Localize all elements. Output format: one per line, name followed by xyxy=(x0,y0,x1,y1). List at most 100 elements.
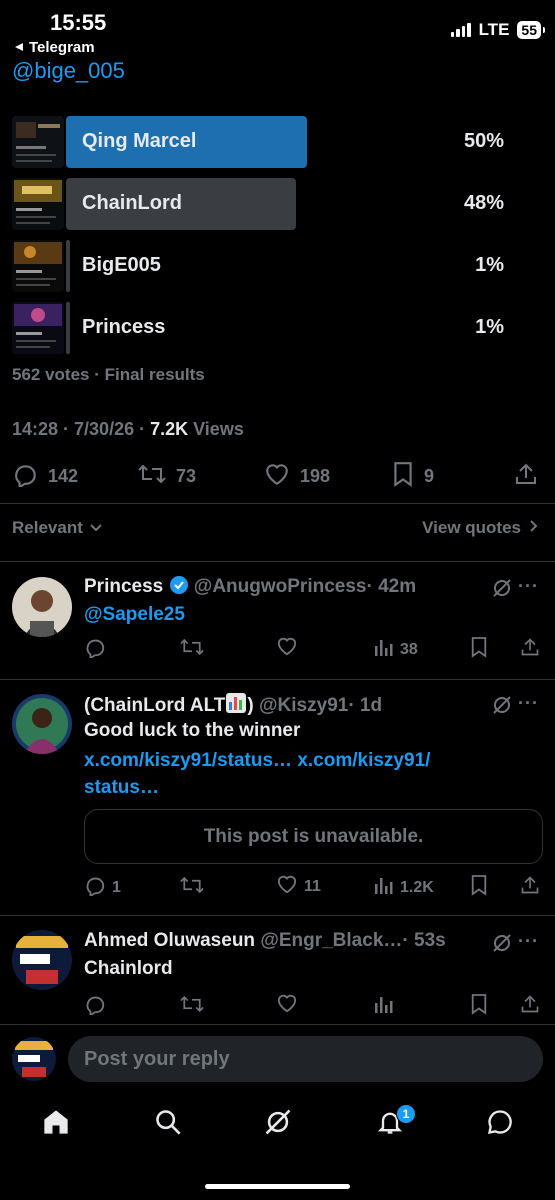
views-label: Views xyxy=(188,419,244,439)
tab-home[interactable] xyxy=(42,1108,70,1141)
share-button[interactable] xyxy=(520,874,540,901)
poll-option-thumbnail xyxy=(12,116,64,168)
status-link[interactable]: x.com/kiszy91/status… xyxy=(84,750,292,771)
back-arrow-icon xyxy=(14,39,24,56)
repost-button[interactable]: 73 xyxy=(138,461,196,492)
repost-button[interactable] xyxy=(180,636,204,663)
more-options-icon[interactable]: ··· xyxy=(518,931,539,952)
avatar[interactable] xyxy=(12,930,72,990)
poll-option-percent: 50% xyxy=(463,130,504,152)
share-button[interactable] xyxy=(520,636,540,663)
bookmark-icon xyxy=(470,993,488,1020)
grok-icon[interactable] xyxy=(491,577,513,604)
tab-explore[interactable] xyxy=(154,1108,182,1141)
like-button[interactable]: 11 xyxy=(276,874,321,899)
share-button[interactable] xyxy=(520,993,540,1020)
reply-button[interactable]: 142 xyxy=(12,461,78,492)
status-link-continued[interactable]: status… xyxy=(84,777,159,798)
reply-author-name[interactable]: Princess xyxy=(84,576,163,597)
bell-icon xyxy=(376,1112,404,1140)
search-icon xyxy=(154,1110,182,1140)
poll-option-percent: 1% xyxy=(475,316,504,338)
heart-icon xyxy=(276,636,298,661)
share-icon xyxy=(520,636,540,663)
reply-action-bar: 38 xyxy=(84,636,544,666)
like-button[interactable] xyxy=(276,993,298,1018)
tweet-timestamp[interactable]: 14:28 · 7/30/26 · xyxy=(12,419,150,439)
divider xyxy=(0,679,555,680)
bookmark-icon xyxy=(392,461,414,492)
tab-messages[interactable] xyxy=(486,1108,514,1141)
divider xyxy=(0,1024,555,1025)
reply-action-bar: 1 11 1.2K xyxy=(84,874,544,904)
composer-avatar xyxy=(12,1037,56,1081)
back-app-label: Telegram xyxy=(29,39,95,56)
reply-icon xyxy=(12,461,38,492)
share-icon xyxy=(520,874,540,901)
poll-option-percent: 48% xyxy=(463,192,504,214)
views-button[interactable]: 38 xyxy=(372,636,418,663)
view-quotes-link[interactable]: View quotes xyxy=(422,518,539,538)
avatar[interactable] xyxy=(12,694,72,754)
more-options-icon[interactable]: ··· xyxy=(518,576,539,597)
chart-emoji-icon xyxy=(225,693,247,716)
poll-option-thumbnail xyxy=(12,302,64,354)
poll-option-label: Princess xyxy=(82,316,166,338)
tweet-mention-link[interactable]: @bige_005 xyxy=(12,58,125,84)
back-to-app-link[interactable]: Telegram xyxy=(14,39,95,56)
reply-button[interactable] xyxy=(84,636,106,663)
home-indicator xyxy=(205,1184,350,1189)
like-button[interactable] xyxy=(276,636,298,661)
views-button[interactable] xyxy=(372,993,394,1020)
tab-grok[interactable] xyxy=(264,1108,292,1141)
reply-author-handle[interactable]: @AnugwoPrincess xyxy=(194,576,367,597)
sort-label: Relevant xyxy=(12,518,83,537)
bottom-tab-bar xyxy=(0,1100,555,1150)
reply-text: @Sapele25 xyxy=(84,604,185,626)
reply-count: 1 xyxy=(112,878,121,896)
share-icon xyxy=(514,461,538,492)
share-button[interactable] xyxy=(514,461,538,492)
reply-author-name[interactable]: (ChainLord ALT xyxy=(84,695,225,716)
like-button[interactable]: 198 xyxy=(264,462,330,491)
grok-icon[interactable] xyxy=(491,932,513,959)
reply-composer-input[interactable]: Post your reply xyxy=(68,1036,543,1082)
heart-icon xyxy=(276,874,298,899)
divider xyxy=(0,503,555,504)
poll-bar-fill xyxy=(66,302,70,354)
divider xyxy=(0,915,555,916)
repost-button[interactable] xyxy=(180,874,204,901)
reply-author-handle[interactable]: @Kiszy91 xyxy=(259,695,348,716)
bookmark-count: 9 xyxy=(424,465,435,486)
reply-author-handle[interactable]: @Engr_Black… xyxy=(260,930,402,951)
repost-count: 73 xyxy=(176,465,197,486)
signal-icon xyxy=(450,23,471,37)
avatar[interactable] xyxy=(12,577,72,637)
reply-links: x.com/kiszy91/status… x.com/kiszy91/ sta… xyxy=(84,747,504,801)
notification-badge: 1 xyxy=(396,1104,416,1124)
reply-button[interactable] xyxy=(84,993,106,1020)
bookmark-icon xyxy=(470,636,488,663)
more-options-icon[interactable]: ··· xyxy=(518,693,539,714)
repost-button[interactable] xyxy=(180,993,204,1020)
bookmark-button[interactable] xyxy=(470,874,488,901)
reply-author-name-end: ) xyxy=(247,695,254,716)
reply-time: · 1d xyxy=(348,695,383,716)
mention-link[interactable]: @Sapele25 xyxy=(84,604,185,625)
poll-votes-summary: 562 votes · Final results xyxy=(12,365,205,384)
status-link[interactable]: x.com/kiszy91/ xyxy=(297,750,430,771)
reply-icon xyxy=(84,636,106,663)
reply-button[interactable]: 1 xyxy=(84,874,121,901)
reply-author-name[interactable]: Ahmed Oluwaseun xyxy=(84,930,255,951)
sort-replies-dropdown[interactable]: Relevant xyxy=(12,518,103,538)
poll-option-qing-marcel: Qing Marcel 50% xyxy=(12,116,542,170)
views-button[interactable]: 1.2K xyxy=(372,874,434,901)
bookmark-button[interactable] xyxy=(470,636,488,663)
poll-option-percent: 1% xyxy=(475,254,504,276)
heart-icon xyxy=(264,462,290,491)
bookmark-button[interactable] xyxy=(470,993,488,1020)
poll-option-bige005: BigE005 1% xyxy=(12,240,542,294)
bookmark-icon xyxy=(470,874,488,901)
grok-icon[interactable] xyxy=(491,694,513,721)
bookmark-button[interactable]: 9 xyxy=(392,461,434,492)
